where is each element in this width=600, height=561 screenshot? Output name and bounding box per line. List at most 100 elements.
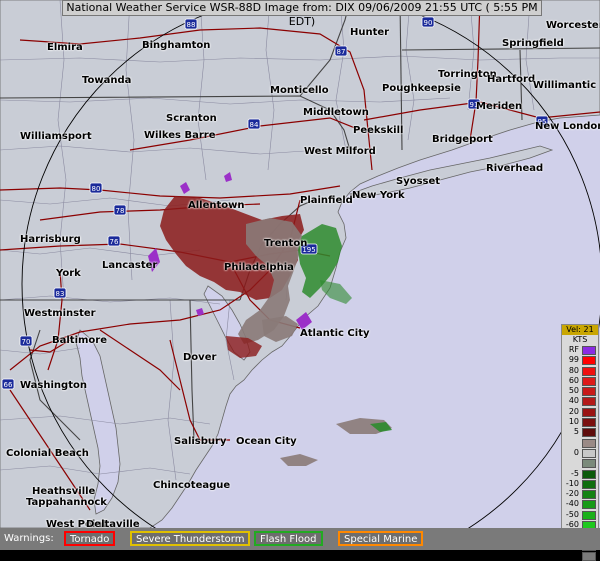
interstate-number: 84 [250,121,259,129]
legend-entry-label: 0 [573,447,579,457]
interstate-shield: 90 [421,16,435,28]
warning-severe-thunderstorm-button[interactable]: Severe Thunderstorm [130,531,251,546]
legend-entry [562,438,598,448]
legend-swatch [582,418,596,428]
city-label: Peekskill [353,125,404,136]
legend-entry-label: -5 [571,468,579,478]
legend-swatch [582,346,596,355]
legend-swatch [582,438,596,448]
legend-entry-label: -50 [565,509,579,519]
legend-entry-label: 80 [568,365,579,375]
city-label: Heathsville [32,486,96,497]
interstate-number: 76 [110,238,119,246]
city-label: Tappahannock [26,497,107,508]
city-label: Middletown [303,107,369,118]
interstate-shield: 78 [113,204,127,216]
city-label: Allentown [188,200,245,211]
legend-entry-label: -10 [565,478,579,488]
city-label: Syosset [396,176,441,187]
legend-entry-label: -20 [565,489,579,499]
city-label: Scranton [166,113,217,124]
warning-flash-flood-button[interactable]: Flash Flood [254,531,323,546]
legend-entry-label: 10 [568,417,579,427]
legend-entry-label: 60 [568,375,579,385]
city-label: New York [352,190,405,201]
legend-entry: ND [562,551,598,561]
interstate-shield: 84 [247,118,261,130]
legend-entry-label: 20 [568,406,579,416]
legend-swatch [582,376,596,386]
legend-swatch [582,510,596,520]
city-label: Dover [183,352,217,363]
legend-swatch [582,500,596,510]
warning-special-marine-button[interactable]: Special Marine [338,531,424,546]
city-label: West Milford [304,146,376,157]
legend-entry-label: ND [566,550,579,560]
city-label: Meriden [476,101,523,112]
city-label: Poughkeepsie [382,83,461,94]
legend-entry: 60 [562,376,598,386]
city-label: Riverhead [486,163,544,174]
legend-entry: -5 [562,469,598,479]
city-label: New London [535,121,600,132]
legend-entry: -10 [562,479,598,489]
legend-entry-label: -40 [565,499,579,509]
legend-swatch [582,407,596,417]
city-label: Chincoteague [153,480,231,491]
city-label: Binghamton [142,40,211,51]
interstate-shield: 87 [334,45,348,57]
legend-entry: 0 [562,448,598,458]
legend-entry: 99 [562,355,598,366]
city-label: York [56,268,81,279]
warnings-label: Warnings: [4,533,54,544]
legend-header: Vel: 21 [562,325,598,335]
legend-entry-label: 5 [573,427,579,437]
warning-tornado-button[interactable]: Tornado [64,531,116,546]
legend-entry: 40 [562,396,598,407]
city-label: Hunter [350,27,390,38]
interstate-number: 83 [56,290,65,298]
legend-entry [562,458,598,469]
legend-entry: -40 [562,499,598,510]
city-label: Worcester [546,20,600,31]
legend-swatch [582,469,596,479]
velocity-legend: Vel: 21 KTS RF 99 80 60 50 40 20 10 5 0 -5 -10 -20 -4… [561,324,599,561]
legend-entry: -20 [562,489,598,500]
city-label: Lancaster [102,260,158,271]
legend-swatch [582,479,596,489]
city-label: Towanda [82,75,132,86]
legend-entry: RF [562,345,598,355]
interstate-number: 90 [424,19,433,27]
legend-swatch [582,490,596,500]
warnings-bar: Warnings: Tornado Severe Thunderstorm Fl… [0,528,600,550]
city-label: Trenton [264,238,308,249]
legend-entry: 50 [562,386,598,397]
city-label: Hartford [487,74,536,85]
legend-entry: -50 [562,510,598,520]
interstate-shield: 76 [107,235,121,247]
legend-entry: 20 [562,407,598,417]
interstate-number: 80 [92,185,101,193]
legend-entry-label: 50 [568,386,579,396]
interstate-shield: 70 [19,335,33,347]
city-label: Colonial Beach [6,448,89,459]
legend-entry-label: 99 [568,355,579,365]
legend-swatch [582,448,596,458]
city-label: Baltimore [52,335,108,346]
city-label: Williamsport [20,131,92,142]
legend-entry: 5 [562,427,598,438]
legend-swatch [582,551,596,561]
interstate-number: 87 [337,48,346,56]
legend-entry: 10 [562,417,598,428]
interstate-shield: 80 [89,182,103,194]
interstate-number: 78 [116,207,125,215]
city-label: Springfield [502,38,564,49]
interstate-shield: 88 [184,18,198,30]
city-label: Bridgeport [432,134,493,145]
city-label: Ocean City [236,436,297,447]
legend-swatch [582,397,596,407]
interstate-number: 70 [22,338,31,346]
interstate-number: 66 [4,381,13,389]
legend-unit: KTS [572,335,588,344]
legend-swatch [582,366,596,376]
